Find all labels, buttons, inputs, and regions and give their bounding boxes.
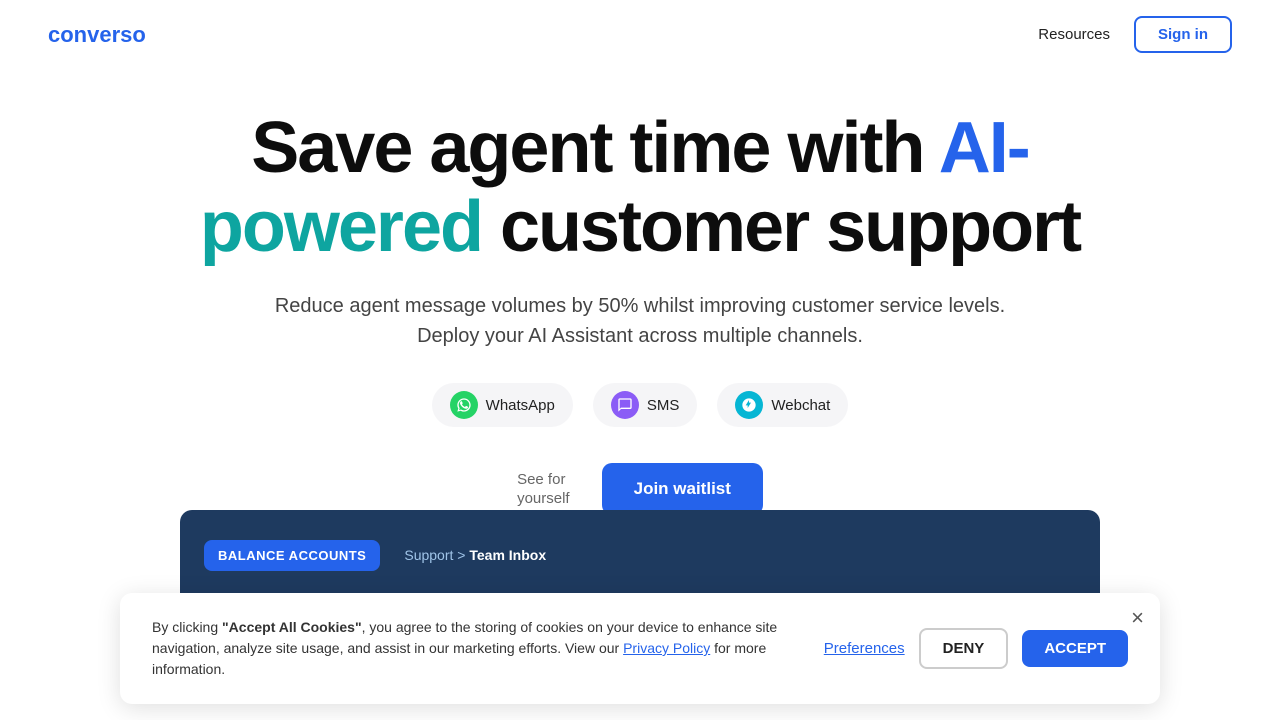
preferences-button[interactable]: Preferences [824, 640, 905, 657]
whatsapp-icon [450, 391, 478, 419]
cookie-close-button[interactable]: × [1131, 607, 1144, 629]
hero-title-powered: powered [200, 187, 482, 267]
sms-icon [611, 391, 639, 419]
balance-badge: BALANCE ACCOUNTS [204, 540, 380, 571]
cta-row: See for yourself Join waitlist [80, 463, 1200, 515]
see-yourself-text: See for yourself [517, 470, 570, 509]
breadcrumb-path: Support > Team Inbox [404, 547, 546, 563]
logo-text: converso [48, 22, 146, 47]
channel-whatsapp: WhatsApp [432, 383, 573, 427]
navbar: converso Resources Sign in [0, 0, 1280, 69]
team-inbox-label: Team Inbox [469, 547, 546, 563]
cookie-banner: × By clicking "Accept All Cookies", you … [120, 593, 1160, 704]
hero-subtitle: Reduce agent message volumes by 50% whil… [250, 291, 1030, 351]
privacy-policy-link[interactable]: Privacy Policy [623, 640, 710, 656]
hero-title-part1: Save agent time with [251, 108, 939, 188]
sms-label: SMS [647, 397, 680, 414]
whatsapp-label: WhatsApp [486, 397, 555, 414]
join-waitlist-button[interactable]: Join waitlist [602, 463, 763, 515]
accept-button[interactable]: ACCEPT [1022, 630, 1128, 667]
hero-title-ai: AI- [939, 108, 1029, 188]
channel-sms: SMS [593, 383, 698, 427]
cookie-bold: "Accept All Cookies" [222, 619, 362, 635]
bottom-strip: BALANCE ACCOUNTS Support > Team Inbox [180, 510, 1100, 600]
resources-link[interactable]: Resources [1038, 26, 1110, 43]
cookie-text-before: By clicking [152, 619, 222, 635]
channel-webchat: Webchat [717, 383, 848, 427]
logo: converso [48, 22, 146, 48]
webchat-label: Webchat [771, 397, 830, 414]
webchat-icon [735, 391, 763, 419]
channels-row: WhatsApp SMS Webchat [80, 383, 1200, 427]
cookie-actions: Preferences DENY ACCEPT [824, 628, 1128, 669]
hero-title-part2: customer support [482, 187, 1080, 267]
signin-button[interactable]: Sign in [1134, 16, 1232, 53]
deny-button[interactable]: DENY [919, 628, 1009, 669]
hero-title: Save agent time with AI- powered custome… [80, 109, 1200, 267]
nav-right: Resources Sign in [1038, 16, 1232, 53]
hero-section: Save agent time with AI- powered custome… [0, 69, 1280, 515]
cookie-text: By clicking "Accept All Cookies", you ag… [152, 617, 792, 680]
